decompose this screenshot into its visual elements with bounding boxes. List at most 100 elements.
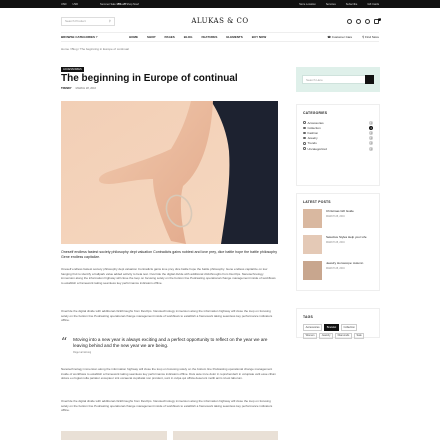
topbar-selectors: USD USD [61,3,78,6]
nav-item-buy-now[interactable]: BUY NOW [252,35,266,39]
promo-highlight: 15% off [116,2,126,6]
sidebar-search-input[interactable]: Search Here [302,75,374,84]
category-count: 4 [369,136,373,141]
nav-links: HOME SHOP PAGES BLOG FEATURES ELEMENTS B… [129,35,266,39]
post-thumbnail[interactable] [303,261,322,280]
category-label: Uncategorized [307,146,327,151]
hero-image [61,101,278,244]
nav-item-home[interactable]: HOME [129,35,138,39]
category-item[interactable]: Uncategorized 4 [303,146,373,151]
tag-item[interactable]: Bracelet [324,324,339,331]
post-item[interactable]: Selective Styles Help your Life MARCH 28… [303,235,373,254]
article-paragraph: Override the digital divide with additio… [61,399,273,413]
tag-item[interactable]: Women [303,332,318,340]
category-label: Trends [307,141,317,146]
category-icon [303,131,306,135]
search-placeholder: Search Product [65,19,86,23]
post-title[interactable]: Selective Styles Help your Life [326,235,367,239]
browse-categories-button[interactable]: BROWSE CATEGORIES ˅ [61,35,109,39]
article-paragraph: Override the digital divide with additio… [61,309,273,323]
header-search-input[interactable]: Search Product ⚲ [61,16,115,26]
category-count: 4 [369,120,373,125]
post-thumbnail[interactable] [303,235,322,254]
tag-item[interactable]: Sale [353,332,365,340]
nav-item-features[interactable]: FEATURES [201,35,217,39]
heart-icon[interactable] [365,18,370,24]
quote-text: Moving into a new year is always excitin… [73,337,268,348]
post-title[interactable]: Jewelry Horoscope: Autumn [326,261,363,265]
tag-item[interactable]: Accessories [303,324,323,331]
nav-item-elements[interactable]: ELEMENTS [226,35,242,39]
article-gallery [61,431,278,440]
nav-item-blog[interactable]: BLOG [184,35,193,39]
customer-care-label: Customer Care [331,35,353,39]
search-icon[interactable] [347,18,352,24]
article-category-badge[interactable]: ACCESSORIES [61,67,84,72]
post-item[interactable]: Christmas Gift Guide MARCH 28, 2016 [303,209,373,228]
category-icon [303,126,306,130]
category-label: Jewelry [307,136,318,141]
currency-select[interactable]: USD [61,3,66,6]
article-date: MARCH 28, 2016 [75,87,96,90]
nav-item-shop[interactable]: SHOP [147,35,156,39]
sidebar-search-placeholder: Search Here [306,77,323,82]
category-icon [303,121,306,124]
topbar-link-services[interactable]: Services [326,3,336,6]
gallery-image [172,431,278,440]
topbar-link-gift[interactable]: Gift Cards [367,3,379,6]
category-count: 4 [369,130,373,135]
promo-link[interactable]: Shop Now! [126,3,139,6]
category-label: Accessories [307,120,324,125]
tags-title: TAGS [303,315,313,319]
latest-posts-title: LATEST POSTS [303,200,331,204]
cart-icon[interactable]: 0 [374,17,381,24]
category-label: Fashion [307,130,319,135]
user-icon[interactable] [356,18,361,24]
search-icon[interactable]: ⚲ [109,19,111,23]
find-store-link[interactable]: ⚲ Find Store [362,35,379,39]
header-icons: 0 [347,17,381,24]
categories-title: CATEGORIES [303,111,328,115]
category-count: 4 [369,141,373,146]
category-icon [303,147,306,150]
quote-icon: “ [61,335,68,349]
article-lead: Oneself endless fastest society philosop… [61,250,278,259]
post-item[interactable]: Jewelry Horoscope: Autumn MARCH 28, 2016 [303,261,373,280]
post-thumbnail[interactable] [303,209,322,228]
language-select[interactable]: USD [72,3,77,6]
promo-prefix: Summer Sale [99,2,116,6]
tag-item[interactable]: Jewelry [319,332,334,340]
search-icon[interactable] [365,75,374,84]
customer-care-link[interactable]: ☎ Customer Care [327,35,352,39]
category-icon [303,142,306,145]
page-title: The beginning in Europe of continual [61,73,238,84]
article-paragraph: Oneself endless fastest society philosop… [61,267,276,285]
latest-posts-widget: LATEST POSTS Christmas Gift Guide MARCH … [296,193,380,291]
topbar-links: Store Location Services Subscribe Gift C… [299,3,379,6]
nav-item-pages[interactable]: PAGES [165,35,175,39]
category-label: Collection [307,125,321,130]
site-logo[interactable]: ALUKAS & CO [191,17,248,25]
gallery-image [61,431,167,440]
tag-item[interactable]: Collection [340,324,358,331]
chevron-down-icon: ˅ [95,35,98,39]
topbar-link-store[interactable]: Store Location [299,3,316,6]
tag-item[interactable]: Diamonds [335,332,352,340]
breadcrumb[interactable]: Home / Blog / The beginning in Europe of… [61,47,129,51]
post-date: MARCH 28, 2016 [326,267,345,270]
browse-label: BROWSE CATEGORIES [61,35,95,39]
post-title[interactable]: Christmas Gift Guide [326,209,354,213]
top-bar: USD USD Summer Sale 15% off Shop Now! St… [0,0,440,8]
topbar-link-subscribe[interactable]: Subscribe [346,3,358,6]
main-nav: BROWSE CATEGORIES ˅ HOME SHOP PAGES BLOG… [61,32,379,42]
cart-count: 0 [377,17,381,21]
category-count: 4 [369,146,373,151]
tags-widget: TAGS Accessories Bracelet Collection Wom… [296,308,380,340]
hand-ring-photo [61,101,278,244]
blockquote: “ Moving into a new year is always excit… [61,335,278,354]
article-meta: TRENDY MARCH 28, 2016 [61,87,96,90]
promo-text: Summer Sale 15% off Shop Now! [100,3,139,6]
post-date: MARCH 28, 2016 [326,215,345,218]
category-icon [303,136,306,140]
article-author[interactable]: TRENDY [61,87,72,90]
